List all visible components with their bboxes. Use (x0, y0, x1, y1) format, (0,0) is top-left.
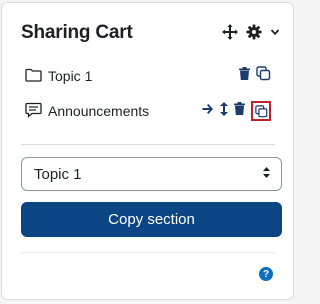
question-circle-icon[interactable]: ? (259, 267, 273, 281)
copy-section-button[interactable]: Copy section (21, 202, 282, 237)
arrow-right-icon[interactable] (202, 102, 214, 120)
move-vertical-icon[interactable] (220, 101, 228, 121)
help-glyph: ? (262, 268, 270, 280)
block-header-controls (222, 24, 280, 40)
copy-icon[interactable] (256, 66, 271, 86)
move-icon[interactable] (222, 24, 238, 40)
gear-icon[interactable] (246, 24, 262, 40)
select-caret-icon (262, 166, 271, 183)
cart-item-announcements: Announcements (25, 100, 271, 122)
section-select[interactable]: Topic 1 (21, 157, 282, 191)
highlighted-copy-button[interactable] (251, 101, 271, 121)
sharing-cart-block: Sharing Cart Topic 1 Announcements Topic… (1, 2, 294, 300)
forum-icon (25, 102, 42, 121)
folder-icon (25, 68, 42, 85)
trash-icon[interactable] (234, 102, 245, 120)
item-label: Announcements (48, 103, 150, 119)
chevron-down-icon[interactable] (270, 27, 280, 37)
copy-icon (254, 104, 268, 118)
block-title: Sharing Cart (21, 22, 133, 43)
section-select-value: Topic 1 (34, 165, 82, 183)
item-label: Topic 1 (48, 68, 93, 84)
divider (21, 144, 275, 145)
footer-divider (21, 252, 275, 253)
trash-icon[interactable] (239, 67, 250, 85)
cart-item-topic: Topic 1 (25, 65, 271, 87)
